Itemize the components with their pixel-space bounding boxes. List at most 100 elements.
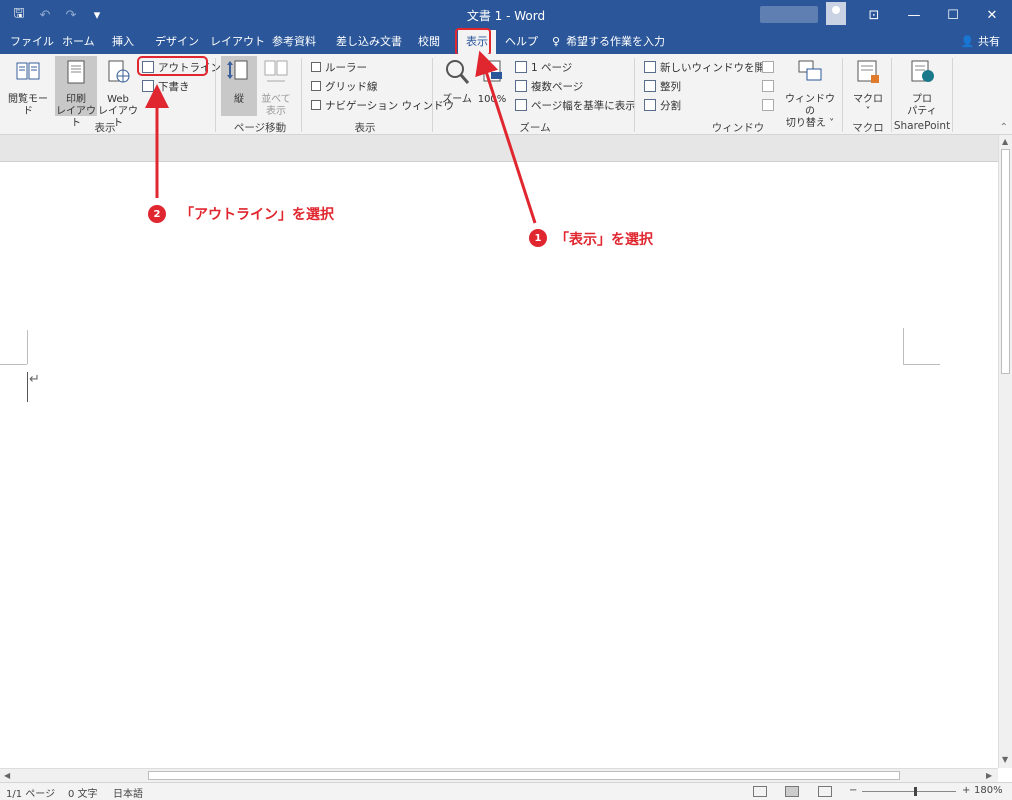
avatar[interactable]	[826, 2, 846, 25]
status-bar: 1/1 ページ 0 文字 日本語 − + 180%	[0, 782, 1012, 800]
step-1-badge: 1	[529, 229, 547, 247]
vertical-page-movement-button[interactable]: 縦	[221, 56, 257, 116]
ribbon-tabs: ファイル ホーム 挿入 デザイン レイアウト 参考資料 差し込み文書 校閲 表示…	[0, 30, 1012, 54]
vertical-scroll-thumb[interactable]	[1001, 149, 1010, 374]
group-divider	[634, 58, 635, 132]
side-by-side-icon	[264, 60, 288, 82]
vertical-pages-icon	[227, 60, 248, 80]
magnifier-icon	[446, 60, 470, 84]
checkbox-icon	[311, 62, 321, 72]
horizontal-scrollbar[interactable]: ◀ ▶	[0, 768, 998, 782]
group-divider	[842, 58, 843, 132]
language-indicator[interactable]: 日本語	[113, 785, 143, 800]
checkbox-icon	[311, 81, 321, 91]
macros-button[interactable]: マクロ ˅	[848, 58, 888, 118]
scroll-left-icon[interactable]: ◀	[4, 771, 10, 780]
multiple-pages-icon	[515, 80, 527, 92]
tab-home[interactable]: ホーム	[62, 30, 95, 54]
reset-window-button[interactable]	[762, 96, 774, 114]
tab-review[interactable]: 校閲	[418, 30, 440, 54]
group-label-macros: マクロ	[852, 122, 884, 134]
group-divider	[952, 58, 953, 132]
group-label-page-movement: ページ移動	[233, 122, 287, 134]
switch-windows-icon	[798, 60, 822, 81]
share-button[interactable]: 👤 共有	[961, 30, 1000, 54]
zoom-level[interactable]: 180%	[974, 785, 1003, 796]
print-layout-view-icon[interactable]	[785, 786, 799, 797]
scroll-up-icon[interactable]: ▲	[1002, 137, 1008, 146]
macro-icon	[857, 60, 879, 83]
collapse-ribbon-icon[interactable]: ⌃	[1000, 122, 1008, 133]
draft-icon	[142, 80, 154, 92]
zoom-slider[interactable]	[862, 791, 956, 792]
close-button[interactable]: ✕	[972, 0, 1012, 30]
margin-corner-top-left	[0, 364, 27, 365]
zoom-out-button[interactable]: −	[849, 785, 857, 796]
sharepoint-properties-icon	[911, 60, 934, 82]
tab-layout[interactable]: レイアウト	[210, 30, 265, 54]
view-side-by-side-button[interactable]	[762, 58, 774, 76]
word-count[interactable]: 0 文字	[68, 785, 98, 800]
minimize-button[interactable]: —	[894, 0, 934, 30]
margin-corner-top-right	[903, 364, 940, 365]
new-window-icon	[644, 61, 656, 73]
tab-design[interactable]: デザイン	[155, 30, 199, 54]
page-width-icon	[515, 99, 527, 111]
split-icon	[644, 99, 656, 111]
arrange-all-button[interactable]: 整列	[644, 77, 681, 95]
read-mode-button[interactable]: 閲覧モード	[6, 58, 50, 118]
page-count[interactable]: 1/1 ページ	[6, 785, 55, 800]
user-name[interactable]	[760, 6, 818, 23]
tell-me-search[interactable]: ♀ 希望する作業を入力	[552, 30, 665, 54]
read-mode-view-icon[interactable]	[753, 786, 767, 797]
properties-button[interactable]: プロ パティ	[898, 58, 946, 118]
tab-file[interactable]: ファイル	[10, 30, 54, 54]
margin-corner-top-left	[27, 330, 28, 364]
tab-help[interactable]: ヘルプ	[505, 30, 538, 54]
group-label-sharepoint: SharePoint	[893, 120, 951, 132]
page-icon	[67, 60, 85, 84]
globe-page-icon	[108, 60, 130, 83]
step-2-instruction: 「アウトライン」を選択	[180, 207, 334, 223]
scroll-down-icon[interactable]: ▼	[1002, 755, 1008, 764]
vertical-scrollbar[interactable]: ▲ ▼	[998, 135, 1012, 768]
group-label-show: 表示	[354, 122, 376, 134]
step-2-badge: 2	[148, 205, 166, 223]
group-divider	[301, 58, 302, 132]
zoom-button[interactable]: ズーム	[440, 58, 474, 106]
web-layout-view-icon[interactable]	[818, 786, 832, 797]
zoom-in-button[interactable]: +	[962, 785, 970, 796]
zoom-100-icon	[483, 60, 502, 82]
ruler-checkbox[interactable]: ルーラー	[311, 58, 367, 76]
document-page[interactable]	[0, 162, 998, 768]
switch-windows-button[interactable]: ウィンドウの 切り替え ˅	[784, 58, 836, 130]
maximize-button[interactable]: ☐	[933, 0, 973, 30]
tab-mailings[interactable]: 差し込み文書	[336, 30, 402, 54]
step-1-instruction: 「表示」を選択	[555, 232, 653, 248]
side-by-side-icon	[762, 61, 774, 73]
gridlines-checkbox[interactable]: グリッド線	[311, 77, 378, 95]
multiple-pages-button[interactable]: 複数ページ	[515, 77, 583, 95]
draft-button[interactable]: 下書き	[142, 77, 190, 95]
sync-scrolling-button[interactable]	[762, 77, 774, 95]
arrange-all-icon	[644, 80, 656, 92]
horizontal-scroll-thumb[interactable]	[148, 771, 900, 780]
paragraph-mark-icon: ↵	[29, 372, 40, 387]
tab-references[interactable]: 参考資料	[272, 30, 316, 54]
text-cursor	[27, 372, 28, 402]
split-button[interactable]: 分割	[644, 96, 681, 114]
one-page-button[interactable]: 1 ページ	[515, 58, 572, 76]
group-label-zoom: ズーム	[519, 122, 551, 134]
title-bar: 🖫 ↶ ↷ ▾ 文書 1 - Word ⊡ — ☐ ✕	[0, 0, 1012, 30]
ribbon-display-options-icon[interactable]: ⊡	[854, 0, 894, 30]
print-layout-button[interactable]: 印刷 レイアウト	[55, 56, 97, 129]
zoom-slider-thumb[interactable]	[913, 787, 917, 796]
scroll-right-icon[interactable]: ▶	[986, 771, 992, 780]
zoom-100-button[interactable]: 100%	[476, 58, 508, 106]
one-page-icon	[515, 61, 527, 73]
page-width-button[interactable]: ページ幅を基準に表示	[515, 96, 636, 114]
tab-insert[interactable]: 挿入	[112, 30, 134, 54]
outline-button-highlight	[137, 56, 208, 76]
new-window-button[interactable]: 新しいウィンドウを開く	[644, 58, 776, 76]
side-by-side-button[interactable]: 並べて 表示	[258, 58, 294, 118]
